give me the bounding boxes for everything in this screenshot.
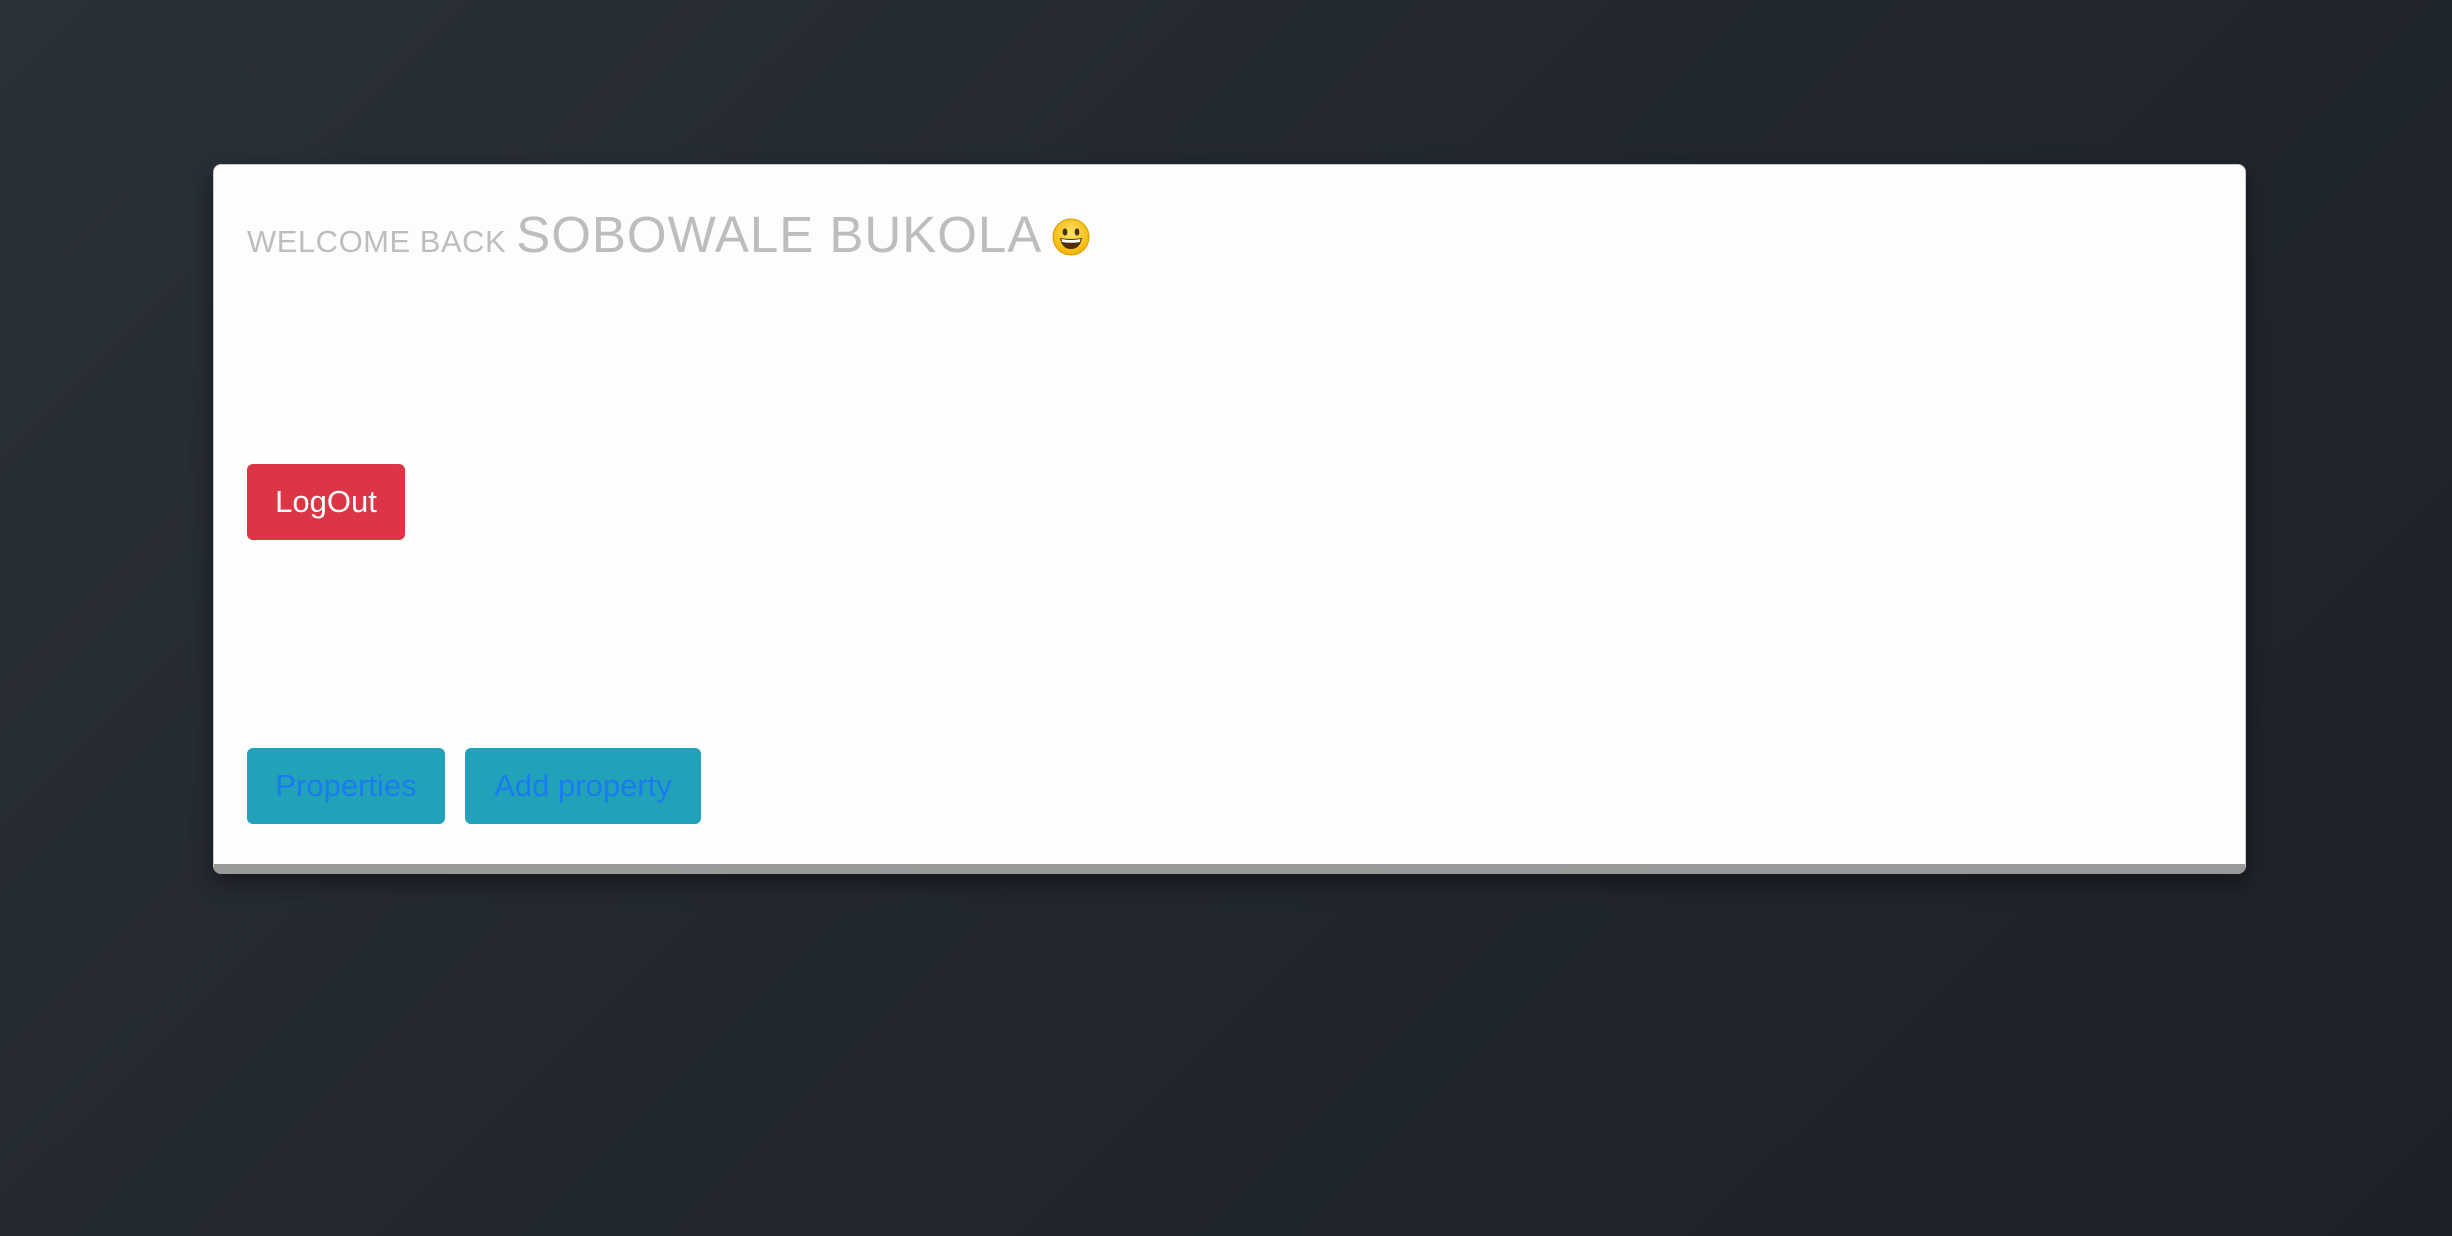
welcome-heading: WELCOME BACK SOBOWALE BUKOLA: [247, 205, 1090, 264]
welcome-prefix: WELCOME BACK: [247, 224, 507, 259]
user-name: SOBOWALE BUKOLA: [516, 206, 1043, 263]
logout-button[interactable]: LogOut: [247, 464, 405, 540]
properties-button[interactable]: Properties: [247, 748, 445, 824]
grinning-face-icon: [1052, 218, 1090, 256]
add-property-button[interactable]: Add property: [465, 748, 701, 824]
dashboard-card: WELCOME BACK SOBOWALE BUKOLA LogOut Prop…: [213, 164, 2246, 874]
